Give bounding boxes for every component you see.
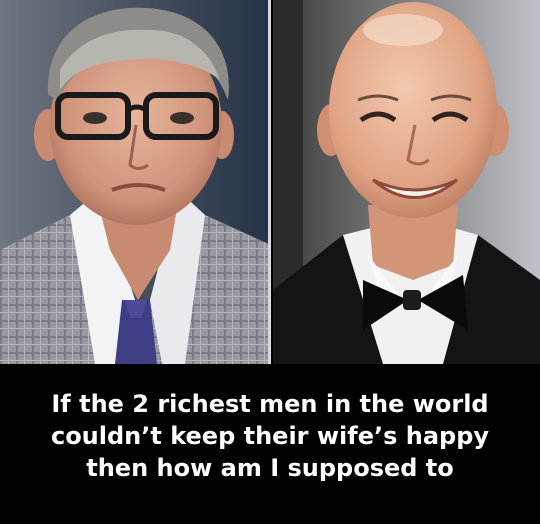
right-photo-bald-man-tuxedo	[273, 0, 540, 364]
meme-caption: If the 2 richest men in the world couldn…	[0, 364, 540, 524]
right-portrait-illustration	[273, 0, 540, 364]
meme-photo-collage	[0, 0, 540, 364]
caption-line-3: then how am I supposed to	[86, 454, 454, 482]
left-portrait-illustration	[0, 0, 271, 364]
caption-line-2: couldn’t keep their wife’s happy	[50, 422, 490, 450]
left-photo-man-with-glasses	[0, 0, 271, 364]
caption-line-1: If the 2 richest men in the world	[51, 390, 489, 418]
